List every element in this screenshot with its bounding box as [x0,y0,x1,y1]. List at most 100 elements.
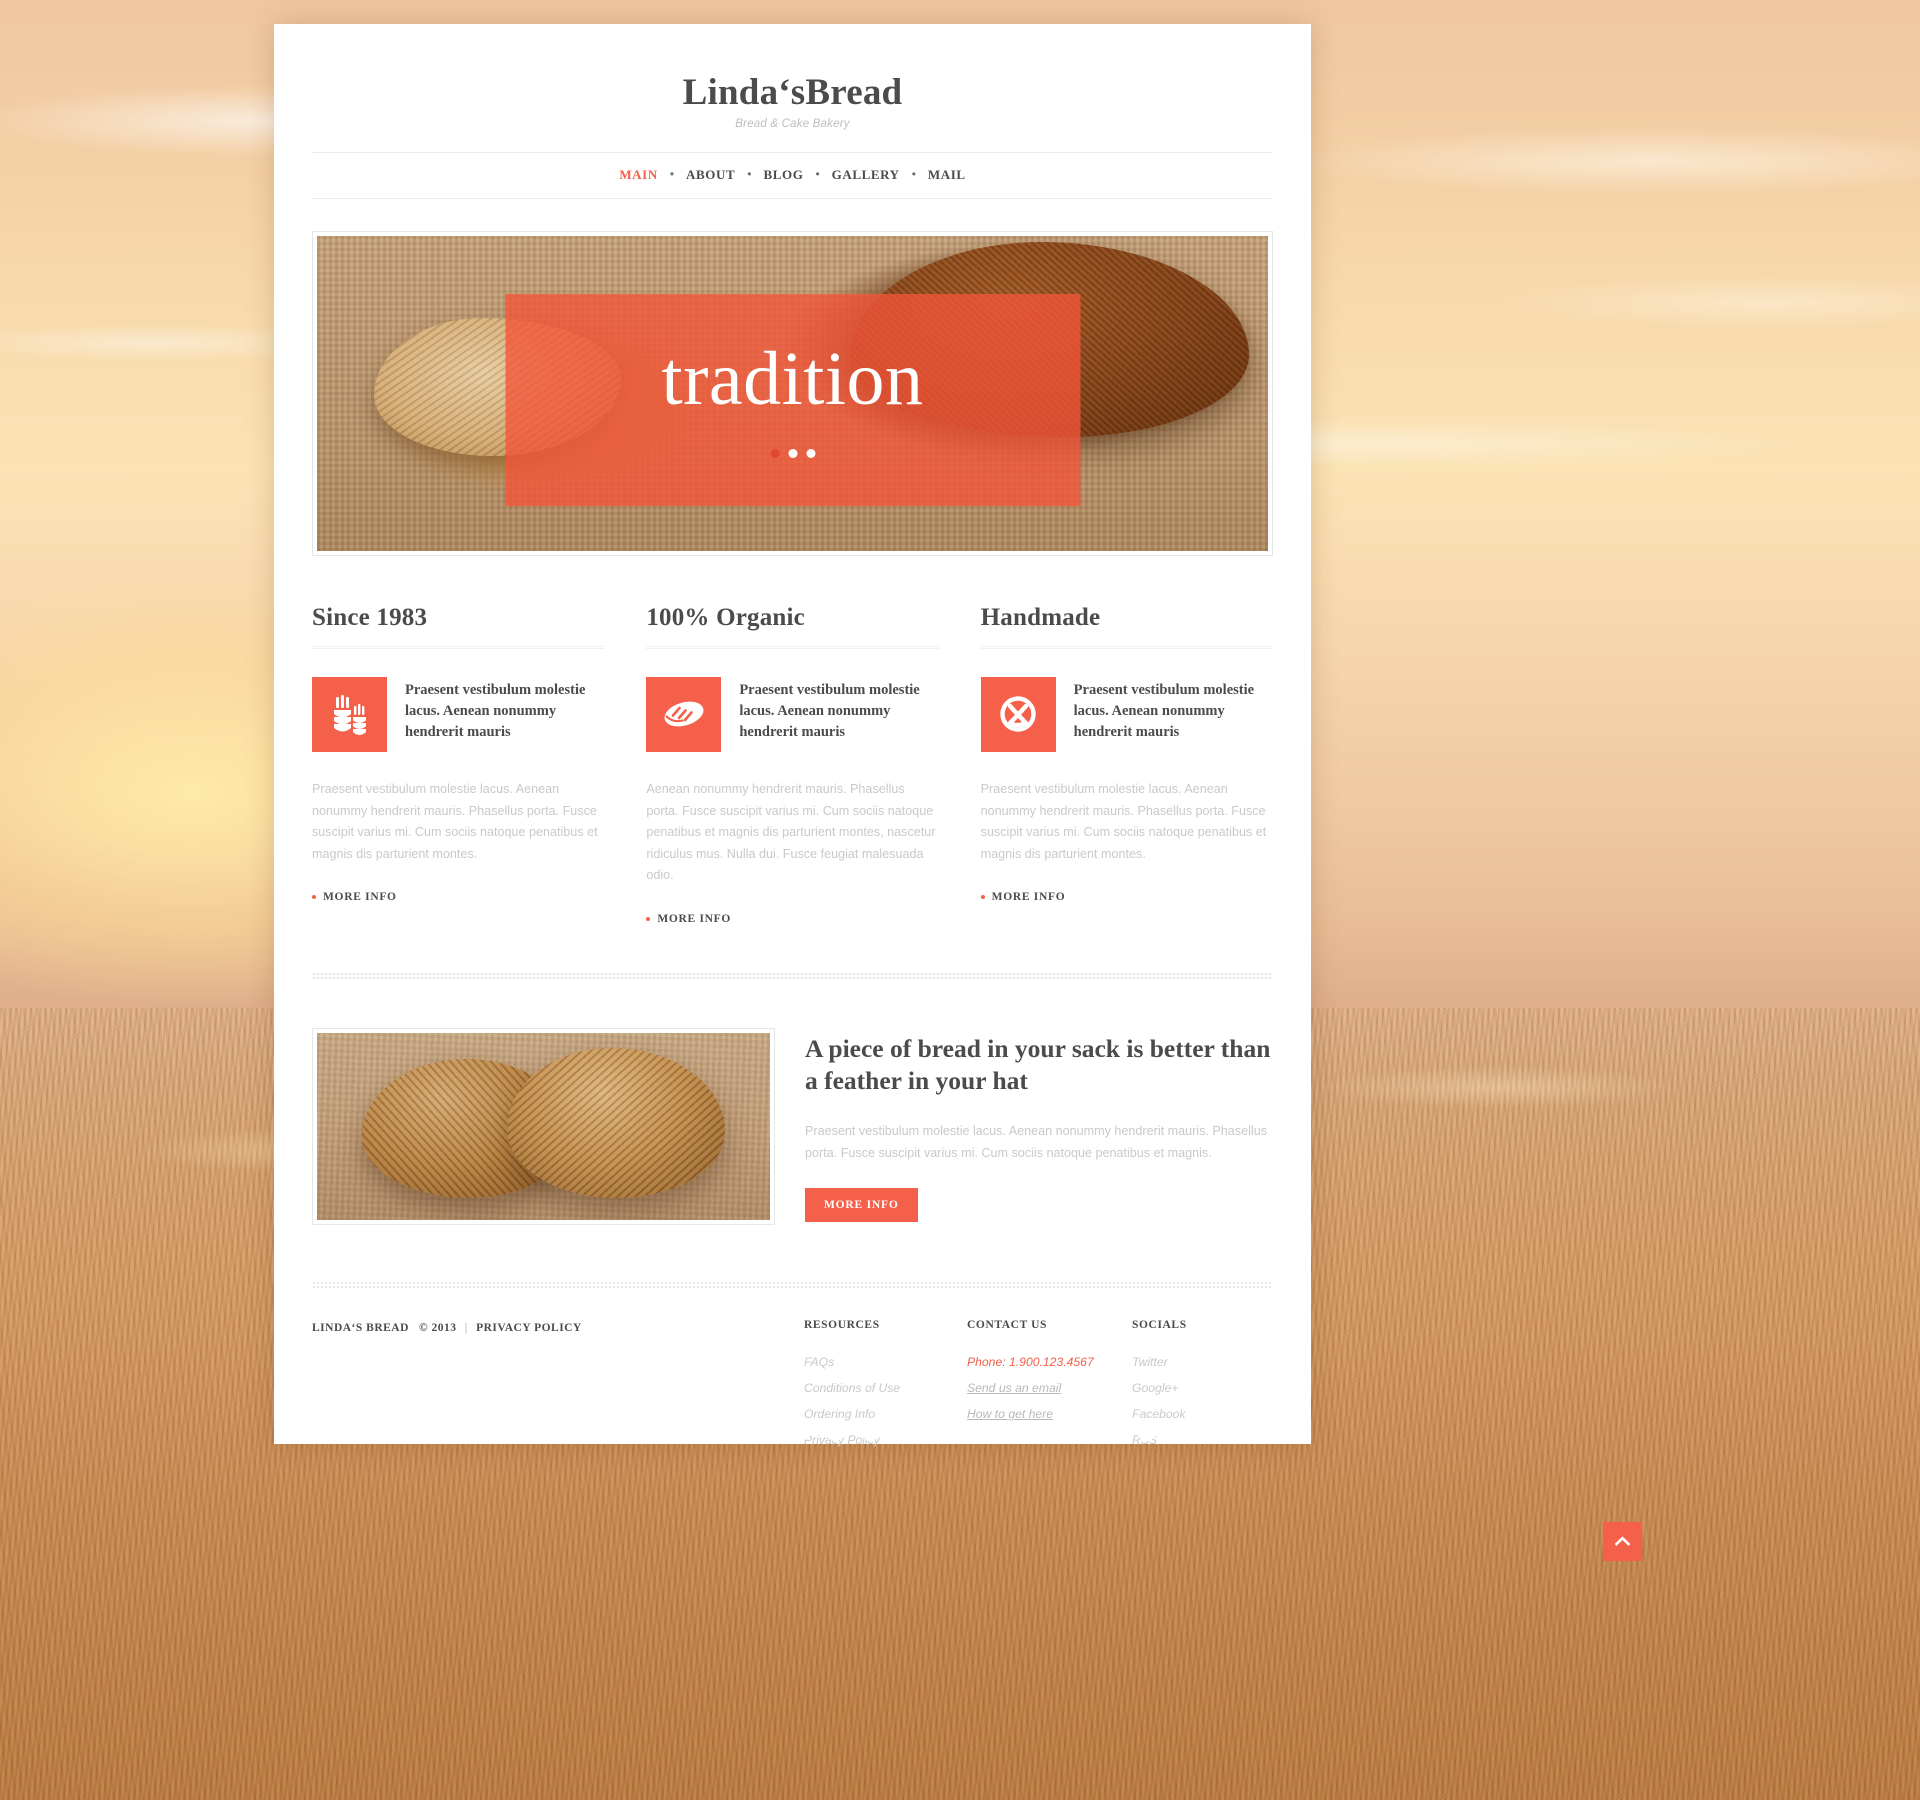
promo-title: A piece of bread in your sack is better … [805,1034,1271,1095]
bullet-icon [312,895,316,900]
list-item: FAQs [804,1353,967,1371]
feature-title: Since 1983 [312,603,428,631]
footer-link-list: Twitter Google+ Facebook RSS [1132,1353,1292,1449]
main-navigation: MAIN • ABOUT • BLOG • GALLERY • MAIL [312,151,1273,199]
footer-link-googleplus[interactable]: Google+ [1132,1381,1178,1395]
footer-privacy-link[interactable]: PRIVACY POLICY [476,1322,582,1334]
promo-section: A piece of bread in your sack is better … [312,1028,1273,1226]
hero-dot-2[interactable] [788,449,797,459]
footer-phone-number[interactable]: Phone: 1.900.123.4567 [967,1355,1094,1369]
footer-link-ordering-info[interactable]: Ordering Info [804,1407,875,1421]
nav-separator: • [747,167,752,182]
hero-dot-3[interactable] [806,449,815,459]
bullet-icon [646,917,651,922]
footer-link-facebook[interactable]: Facebook [1132,1407,1186,1421]
feature-lead: Praesent vestibulum molestie lacus. Aene… [312,676,604,752]
footer-year: © 2013 [419,1322,457,1335]
feature-lead: Praesent vestibulum molestie lacus. Aene… [646,676,938,752]
list-item: Twitter [1132,1353,1292,1371]
footer-column-resources: RESOURCES FAQs Conditions of Use Orderin… [804,1319,967,1457]
footer-link-conditions-of-use[interactable]: Conditions of Use [804,1381,900,1395]
feature-body: Praesent vestibulum molestie lacus. Aene… [312,781,598,861]
feature-title: 100% Organic [646,603,805,631]
list-item: Google+ [1132,1379,1292,1397]
nav-link-blog[interactable]: BLOG [763,167,803,182]
nav-link-gallery[interactable]: GALLERY [832,167,900,182]
promo-body: Praesent vestibulum molestie lacus. Aene… [805,1123,1268,1160]
list-item: Facebook [1132,1405,1292,1423]
footer-link-faqs[interactable]: FAQs [804,1355,834,1369]
footer-heading: RESOURCES [804,1319,880,1332]
hero-overlay: tradition [505,293,1080,506]
chevron-up-icon [1614,1534,1631,1549]
more-info-link[interactable]: MORE INFO [646,913,731,925]
more-info-label: MORE INFO [323,891,397,904]
promo-text-block: A piece of bread in your sack is better … [805,1028,1273,1225]
nav-link-about[interactable]: ABOUT [686,167,735,182]
more-info-button[interactable]: MORE INFO [805,1188,918,1223]
bullet-icon [980,895,985,900]
hero-slider-dots [770,449,815,459]
feature-body: Aenean nonummy hendrerit mauris. Phasell… [646,781,936,883]
list-item: Phone: 1.900.123.4567 [967,1353,1132,1371]
list-item: How to get here [967,1405,1132,1423]
list-item: Ordering Info [804,1405,967,1423]
hero-slider[interactable]: tradition [312,230,1273,556]
features-section: Since 1983 Praesent vestibulum molestie … [312,604,1273,926]
feature-lead: Praesent vestibulum molestie lacus. Aene… [980,676,1273,752]
nav-item-mail: MAIL [928,166,966,184]
more-info-link[interactable]: MORE INFO [312,891,397,903]
footer-copyright: LINDA‘S BREAD © 2013 | PRIVACY POLICY [312,1319,804,1457]
site-footer: LINDA‘S BREAD © 2013 | PRIVACY POLICY RE… [312,1319,1273,1457]
feature-rule [312,645,605,649]
nav-item-blog: BLOG [763,166,803,184]
nav-item-about: ABOUT [686,166,735,184]
feature-title: Handmade [980,603,1101,631]
more-info-label: MORE INFO [657,913,732,926]
footer-link-twitter[interactable]: Twitter [1132,1355,1168,1369]
nav-item-main: MAIN [619,166,658,184]
nav-separator: • [911,167,916,182]
section-divider [312,1281,1273,1290]
bread-loaf-icon [646,676,722,752]
page-card: Linda‘sBread Bread & Cake Bakery MAIN • … [274,24,1311,1447]
footer-link-how-to-get-here[interactable]: How to get here [967,1407,1053,1421]
nav-separator: • [815,167,820,182]
footer-link-list: FAQs Conditions of Use Ordering Info Pri… [804,1353,967,1449]
logo-title[interactable]: Linda‘sBread [312,73,1273,113]
footer-column-contact-us: CONTACT US Phone: 1.900.123.4567 Send us… [967,1319,1132,1457]
feature-column-100-organic: 100% Organic Praesent vestibulum molesti… [646,603,939,926]
feature-body: Praesent vestibulum molestie lacus. Aene… [980,781,1267,861]
promo-image-frame [312,1028,775,1226]
feature-column-handmade: Handmade Praesent vestibulum molestie la… [980,603,1273,926]
footer-heading: CONTACT US [967,1319,1048,1332]
footer-link-rss[interactable]: RSS [1132,1433,1157,1447]
list-item: Conditions of Use [804,1379,967,1397]
list-item: Privacy Policy [804,1431,967,1449]
more-info-label: MORE INFO [991,891,1066,904]
nav-link-main[interactable]: MAIN [619,167,658,182]
promo-image [317,1033,770,1221]
footer-brand: LINDA‘S BREAD [312,1322,409,1335]
more-info-link[interactable]: MORE INFO [980,891,1066,904]
hero-title: tradition [661,337,924,422]
wheat-icon [312,676,387,752]
footer-heading: SOCIALS [1132,1319,1187,1332]
footer-link-privacy-policy[interactable]: Privacy Policy [804,1433,880,1447]
footer-link-send-us-an-email[interactable]: Send us an email [967,1381,1061,1395]
feature-lead-text: Praesent vestibulum molestie lacus. Aene… [405,681,586,740]
feature-rule [646,645,939,649]
logo-tagline: Bread & Cake Bakery [735,117,850,130]
nav-link-mail[interactable]: MAIL [928,167,966,182]
footer-separator: | [464,1322,468,1335]
site-header: Linda‘sBread Bread & Cake Bakery [312,24,1273,130]
back-to-top-button[interactable] [1603,1522,1642,1561]
pretzel-icon [980,676,1056,752]
feature-lead-text: Praesent vestibulum molestie lacus. Aene… [1073,681,1255,740]
feature-column-since-1983: Since 1983 Praesent vestibulum molestie … [312,603,605,926]
nav-list: MAIN • ABOUT • BLOG • GALLERY • MAIL [619,166,965,184]
feature-lead-text: Praesent vestibulum molestie lacus. Aene… [739,681,920,740]
list-item: Send us an email [967,1379,1132,1397]
footer-link-list: Phone: 1.900.123.4567 Send us an email H… [967,1353,1132,1423]
hero-dot-1[interactable] [770,449,779,459]
